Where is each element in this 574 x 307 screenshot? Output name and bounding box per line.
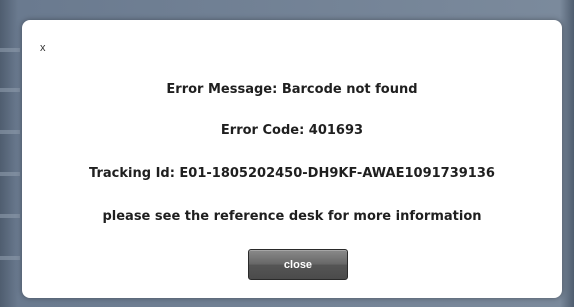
backdrop-stripe bbox=[0, 214, 20, 218]
error-message: Error Message: Barcode not found bbox=[166, 82, 418, 97]
close-button[interactable]: close bbox=[248, 249, 348, 280]
backdrop-stripe bbox=[0, 172, 20, 176]
info-message: please see the reference desk for more i… bbox=[102, 209, 482, 224]
backdrop-stripe bbox=[0, 88, 20, 92]
backdrop-stripe bbox=[0, 256, 20, 260]
close-x-icon[interactable]: x bbox=[40, 42, 46, 54]
tracking-id: Tracking Id: E01-1805202450-DH9KF-AWAE10… bbox=[89, 166, 495, 181]
backdrop-stripe bbox=[0, 48, 20, 52]
error-code: Error Code: 401693 bbox=[220, 123, 364, 138]
error-dialog: x Error Message: Barcode not found Error… bbox=[22, 20, 562, 298]
backdrop-stripe bbox=[0, 130, 20, 134]
